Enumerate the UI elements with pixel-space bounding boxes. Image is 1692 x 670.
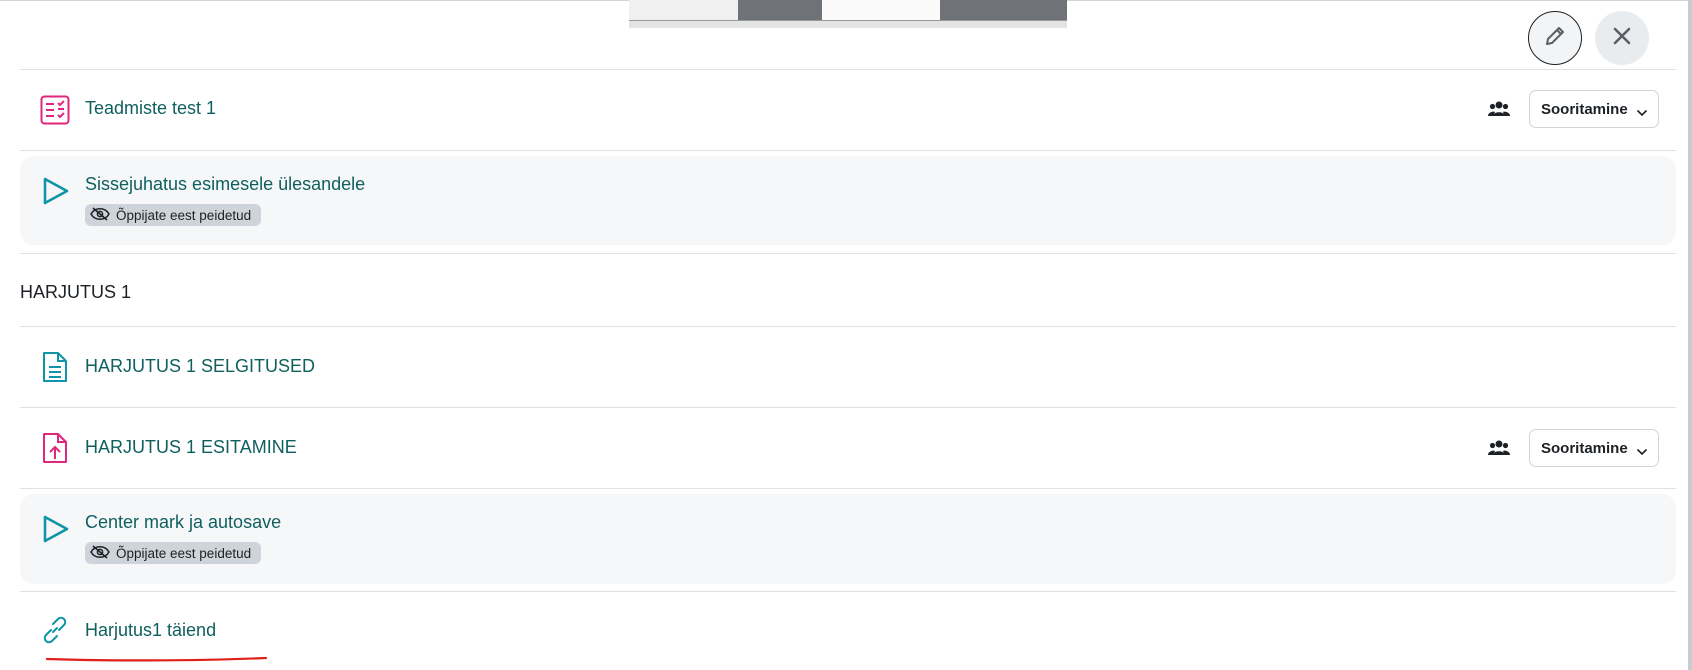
activity-link-video[interactable]: Sissejuhatus esimesele ülesandele xyxy=(85,174,365,195)
close-icon xyxy=(1612,26,1632,51)
red-underline-annotation xyxy=(45,649,268,667)
eye-slash-icon xyxy=(90,206,110,224)
eye-slash-icon xyxy=(90,544,110,562)
groups-icon[interactable] xyxy=(1488,439,1510,462)
completion-dropdown[interactable]: Sooritamine xyxy=(1529,90,1659,128)
activity-card-hidden xyxy=(20,156,1676,245)
activity-link-url[interactable]: Harjutus1 täiend xyxy=(85,620,216,641)
activity-link-quiz[interactable]: Teadmiste test 1 xyxy=(85,98,216,119)
divider xyxy=(20,407,1676,408)
divider xyxy=(20,150,1676,151)
activity-card-hidden xyxy=(20,494,1676,584)
badge-label: Õppijate eest peidetud xyxy=(116,207,252,223)
divider xyxy=(20,591,1676,592)
assignment-upload-icon xyxy=(42,432,68,469)
scrollbar[interactable] xyxy=(1688,0,1692,670)
completion-label: Sooritamine xyxy=(1541,439,1628,457)
activity-link-assignment[interactable]: HARJUTUS 1 ESITAMINE xyxy=(85,437,297,458)
hidden-badge: Õppijate eest peidetud xyxy=(85,542,262,564)
page-icon xyxy=(42,351,68,388)
pencil-icon xyxy=(1543,24,1567,53)
screenshot-thumbnail xyxy=(629,0,1067,28)
divider xyxy=(20,488,1676,489)
divider xyxy=(20,253,1676,254)
quiz-icon xyxy=(40,95,70,130)
edit-button[interactable] xyxy=(1528,11,1582,65)
video-play-icon xyxy=(42,514,70,549)
link-icon xyxy=(40,615,70,650)
activity-link-page[interactable]: HARJUTUS 1 SELGITUSED xyxy=(85,356,315,377)
section-title: HARJUTUS 1 xyxy=(20,282,132,302)
divider xyxy=(20,69,1676,70)
completion-label: Sooritamine xyxy=(1541,100,1628,118)
activity-link-video[interactable]: Center mark ja autosave xyxy=(85,512,281,533)
video-play-icon xyxy=(42,176,70,211)
divider xyxy=(20,326,1676,327)
badge-label: Õppijate eest peidetud xyxy=(116,545,252,561)
hidden-badge: Õppijate eest peidetud xyxy=(85,204,262,226)
close-button[interactable] xyxy=(1595,11,1649,65)
chevron-down-icon xyxy=(1636,104,1648,121)
groups-icon[interactable] xyxy=(1488,100,1510,123)
chevron-down-icon xyxy=(1636,443,1648,460)
completion-dropdown[interactable]: Sooritamine xyxy=(1529,429,1659,467)
